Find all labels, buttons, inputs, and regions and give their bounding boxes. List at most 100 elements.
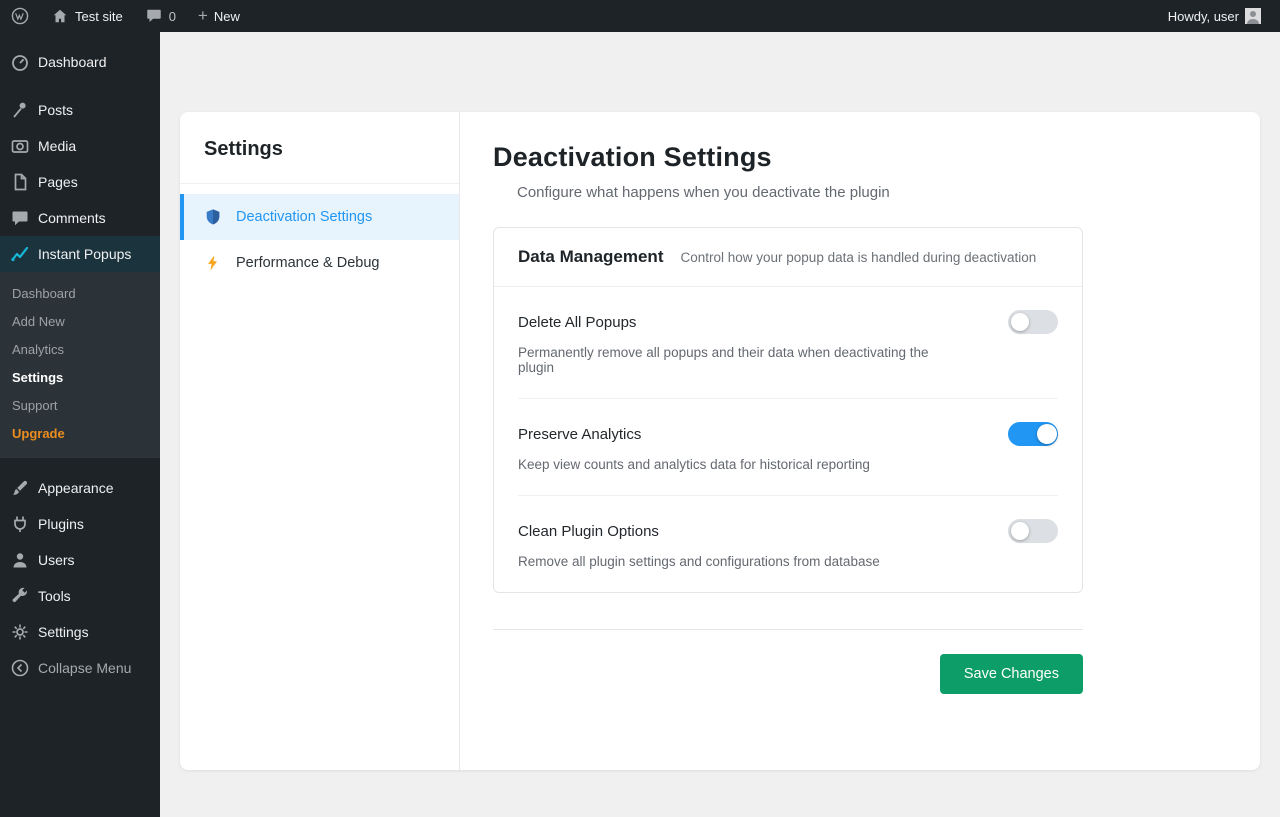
setting-label: Clean Plugin Options: [518, 523, 659, 540]
howdy-account-menu[interactable]: Howdy, user: [1157, 8, 1272, 24]
save-changes-button[interactable]: Save Changes: [940, 654, 1083, 694]
instant-popups-submenu: Dashboard Add New Analytics Settings Sup…: [0, 272, 160, 458]
sidebar-label: Settings: [38, 624, 89, 640]
section-header: Data Management Control how your popup d…: [494, 228, 1082, 287]
sidebar-item-settings[interactable]: Settings: [0, 614, 160, 650]
new-content-label: New: [214, 9, 240, 24]
camera-icon: [10, 136, 30, 156]
collapse-arrow-icon: [10, 658, 30, 678]
home-icon: [51, 7, 69, 25]
sidebar-label: Comments: [38, 210, 106, 226]
comments-shortcut[interactable]: 0: [134, 0, 187, 32]
sidebar-item-plugins[interactable]: Plugins: [0, 506, 160, 542]
wrench-icon: [10, 586, 30, 606]
data-management-section: Data Management Control how your popup d…: [493, 227, 1083, 593]
setting-row-delete-all-popups: Delete All Popups Permanently remove all…: [518, 287, 1058, 399]
sidebar-label: Collapse Menu: [38, 660, 131, 676]
sidebar-item-collapse-menu[interactable]: Collapse Menu: [0, 650, 160, 686]
admin-sidebar: Dashboard Posts Media Pages Comments: [0, 32, 160, 817]
submenu-item-upgrade[interactable]: Upgrade: [0, 420, 160, 448]
document-icon: [10, 172, 30, 192]
settings-nav-list: Deactivation Settings Performance & Debu…: [180, 184, 459, 286]
nav-item-label: Performance & Debug: [236, 255, 379, 271]
sidebar-label: Instant Popups: [38, 246, 131, 262]
nav-item-deactivation-settings[interactable]: Deactivation Settings: [180, 194, 459, 240]
user-icon: [10, 550, 30, 570]
admin-bar: Test site 0 + New Howdy, user: [0, 0, 1280, 32]
footer-actions: Save Changes: [493, 654, 1083, 694]
setting-description: Keep view counts and analytics data for …: [518, 457, 1058, 472]
menu-separator: [0, 80, 160, 92]
sidebar-item-dashboard[interactable]: Dashboard: [0, 44, 160, 80]
sidebar-label: Dashboard: [38, 54, 107, 70]
sidebar-label: Posts: [38, 102, 73, 118]
nav-item-label: Deactivation Settings: [236, 209, 372, 225]
comment-icon: [145, 7, 163, 25]
menu-separator: [0, 458, 160, 470]
gear-icon: [10, 622, 30, 642]
howdy-label: Howdy, user: [1168, 9, 1239, 24]
comments-count: 0: [169, 9, 176, 24]
sidebar-label: Users: [38, 552, 75, 568]
page-subtitle: Configure what happens when you deactiva…: [517, 184, 1083, 201]
sidebar-label: Tools: [38, 588, 71, 604]
speech-bubble-icon: [10, 208, 30, 228]
wp-logo-menu[interactable]: [0, 0, 40, 32]
submenu-item-support[interactable]: Support: [0, 392, 160, 420]
popup-chart-icon: [10, 244, 30, 264]
section-title: Data Management: [518, 247, 663, 267]
section-description: Control how your popup data is handled d…: [680, 250, 1036, 265]
sidebar-item-comments[interactable]: Comments: [0, 200, 160, 236]
submenu-item-add-new[interactable]: Add New: [0, 308, 160, 336]
dashboard-icon: [10, 52, 30, 72]
sidebar-label: Appearance: [38, 480, 114, 496]
settings-panel: Deactivation Settings Configure what hap…: [460, 112, 1260, 770]
setting-row-preserve-analytics: Preserve Analytics Keep view counts and …: [518, 399, 1058, 496]
toggle-knob: [1037, 424, 1057, 444]
submenu-item-analytics[interactable]: Analytics: [0, 336, 160, 364]
footer-divider: [493, 629, 1083, 630]
toggle-clean-plugin-options[interactable]: [1008, 519, 1058, 543]
admin-bar-right: Howdy, user: [1157, 0, 1280, 32]
submenu-item-settings[interactable]: Settings: [0, 364, 160, 392]
setting-label: Preserve Analytics: [518, 426, 641, 443]
setting-row-clean-plugin-options: Clean Plugin Options Remove all plugin s…: [518, 496, 1058, 592]
sidebar-item-media[interactable]: Media: [0, 128, 160, 164]
toggle-knob: [1011, 313, 1029, 331]
settings-nav-title: Settings: [180, 138, 459, 184]
sidebar-item-instant-popups[interactable]: Instant Popups: [0, 236, 160, 272]
setting-label: Delete All Popups: [518, 314, 636, 331]
pin-icon: [10, 100, 30, 120]
sidebar-item-users[interactable]: Users: [0, 542, 160, 578]
settings-rows: Delete All Popups Permanently remove all…: [494, 287, 1082, 592]
sidebar-item-tools[interactable]: Tools: [0, 578, 160, 614]
sidebar-item-pages[interactable]: Pages: [0, 164, 160, 200]
avatar: [1245, 8, 1261, 24]
paintbrush-icon: [10, 478, 30, 498]
setting-description: Permanently remove all popups and their …: [518, 345, 1058, 375]
nav-item-performance-debug[interactable]: Performance & Debug: [180, 240, 459, 286]
shield-icon: [204, 208, 222, 226]
user-avatar-icon: [1245, 8, 1261, 24]
site-name-label: Test site: [75, 9, 123, 24]
sidebar-label: Media: [38, 138, 76, 154]
site-name-menu[interactable]: Test site: [40, 0, 134, 32]
sidebar-item-appearance[interactable]: Appearance: [0, 470, 160, 506]
sidebar-item-posts[interactable]: Posts: [0, 92, 160, 128]
toggle-preserve-analytics[interactable]: [1008, 422, 1058, 446]
sidebar-label: Pages: [38, 174, 78, 190]
admin-content-area: Settings Deactivation Settings Performan…: [160, 32, 1280, 817]
plugin-settings-nav: Settings Deactivation Settings Performan…: [180, 112, 460, 770]
toggle-delete-all-popups[interactable]: [1008, 310, 1058, 334]
plugin-settings-card: Settings Deactivation Settings Performan…: [180, 112, 1260, 770]
plug-icon: [10, 514, 30, 534]
new-content-menu[interactable]: + New: [187, 0, 251, 32]
plus-icon: +: [198, 7, 208, 24]
wordpress-icon: [11, 7, 29, 25]
toggle-knob: [1011, 522, 1029, 540]
sidebar-label: Plugins: [38, 516, 84, 532]
page-title: Deactivation Settings: [493, 142, 1083, 173]
submenu-item-dashboard[interactable]: Dashboard: [0, 280, 160, 308]
lightning-icon: [204, 254, 222, 272]
setting-description: Remove all plugin settings and configura…: [518, 554, 1058, 569]
